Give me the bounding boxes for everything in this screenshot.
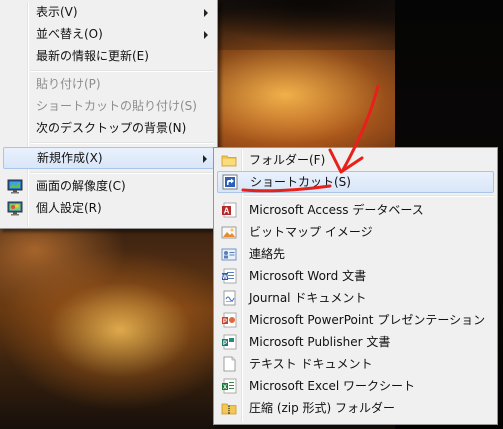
menu-item-label: 貼り付け(P): [36, 77, 101, 91]
word-icon: W: [221, 268, 237, 284]
menu-item-label: 次のデスクトップの背景(N): [36, 121, 187, 135]
submenu-item-label: テキスト ドキュメント: [249, 357, 373, 371]
submenu-item-journal[interactable]: Journal ドキュメント: [217, 288, 494, 310]
menu-item-label: 新規作成(X): [37, 151, 103, 165]
menu-item-paste[interactable]: 貼り付け(P): [3, 74, 214, 96]
submenu-item-label: 圧縮 (zip 形式) フォルダー: [249, 401, 396, 415]
submenu-item-label: ショートカット(S): [250, 175, 351, 189]
menu-separator: [244, 195, 494, 197]
shortcut-icon: [222, 174, 238, 190]
menu-item-view[interactable]: 表示(V): [3, 2, 214, 24]
menu-separator: [30, 142, 214, 144]
submenu-item-label: Microsoft Word 文書: [249, 269, 367, 283]
svg-text:W: W: [222, 275, 228, 281]
submenu-item-excel[interactable]: X Microsoft Excel ワークシート: [217, 376, 494, 398]
menu-item-screen-resolution[interactable]: 画面の解像度(C): [3, 176, 214, 198]
wallpaper-tree-silhouette: [210, 0, 410, 50]
access-icon: A: [221, 202, 237, 218]
submenu-item-powerpoint[interactable]: P Microsoft PowerPoint プレゼンテーション: [217, 310, 494, 332]
submenu-arrow-icon: [204, 9, 208, 17]
display-icon: [7, 178, 23, 194]
submenu-item-label: Microsoft PowerPoint プレゼンテーション: [249, 313, 486, 327]
submenu-item-label: Journal ドキュメント: [249, 291, 367, 305]
bitmap-icon: [221, 224, 237, 240]
powerpoint-icon: P: [221, 312, 237, 328]
menu-item-new[interactable]: 新規作成(X): [3, 147, 214, 169]
submenu-item-label: フォルダー(F): [249, 153, 326, 167]
new-submenu: フォルダー(F) ショートカット(S) A Microsoft Access デ…: [213, 147, 498, 425]
submenu-item-folder[interactable]: フォルダー(F): [217, 150, 494, 172]
submenu-item-label: ビットマップ イメージ: [249, 225, 373, 239]
svg-text:X: X: [223, 385, 227, 391]
journal-icon: [221, 290, 237, 306]
submenu-arrow-icon: [204, 31, 208, 39]
svg-text:P: P: [223, 319, 227, 325]
submenu-item-text-document[interactable]: テキスト ドキュメント: [217, 354, 494, 376]
svg-text:P: P: [223, 341, 227, 347]
desktop-context-menu: 表示(V) 並べ替え(O) 最新の情報に更新(E) 貼り付け(P) ショートカッ…: [0, 0, 218, 229]
menu-item-label: ショートカットの貼り付け(S): [36, 99, 197, 113]
contact-icon: [221, 246, 237, 262]
menu-item-label: 個人設定(R): [36, 201, 102, 215]
menu-item-sort-by[interactable]: 並べ替え(O): [3, 24, 214, 46]
submenu-item-bitmap[interactable]: ビットマップ イメージ: [217, 222, 494, 244]
publisher-icon: P: [221, 334, 237, 350]
submenu-item-label: Microsoft Access データベース: [249, 203, 424, 217]
menu-item-label: 表示(V): [36, 5, 78, 19]
text-document-icon: [221, 356, 237, 372]
submenu-arrow-icon: [203, 155, 207, 163]
personalize-icon: [7, 200, 23, 216]
submenu-item-shortcut[interactable]: ショートカット(S): [217, 171, 494, 193]
submenu-item-contact[interactable]: 連絡先: [217, 244, 494, 266]
submenu-item-label: Microsoft Publisher 文書: [249, 335, 391, 349]
menu-item-next-background[interactable]: 次のデスクトップの背景(N): [3, 118, 214, 140]
zip-folder-icon: [221, 400, 237, 416]
menu-item-refresh[interactable]: 最新の情報に更新(E): [3, 46, 214, 68]
menu-item-personalize[interactable]: 個人設定(R): [3, 198, 214, 220]
menu-separator: [30, 172, 214, 174]
submenu-item-word[interactable]: W Microsoft Word 文書: [217, 266, 494, 288]
menu-separator: [30, 70, 214, 72]
submenu-item-label: 連絡先: [249, 247, 286, 261]
svg-text:A: A: [224, 207, 230, 216]
menu-item-paste-shortcut[interactable]: ショートカットの貼り付け(S): [3, 96, 214, 118]
folder-icon: [221, 152, 237, 168]
excel-icon: X: [221, 378, 237, 394]
submenu-item-zip-folder[interactable]: 圧縮 (zip 形式) フォルダー: [217, 398, 494, 420]
menu-item-label: 並べ替え(O): [36, 27, 103, 41]
submenu-item-publisher[interactable]: P Microsoft Publisher 文書: [217, 332, 494, 354]
menu-item-label: 最新の情報に更新(E): [36, 49, 149, 63]
submenu-item-access[interactable]: A Microsoft Access データベース: [217, 200, 494, 222]
menu-item-label: 画面の解像度(C): [36, 179, 126, 193]
submenu-item-label: Microsoft Excel ワークシート: [249, 379, 416, 393]
